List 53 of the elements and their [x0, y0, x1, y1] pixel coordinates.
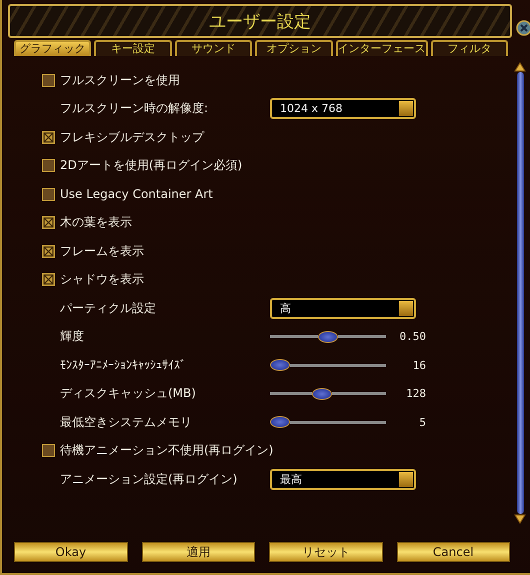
tab[interactable]: サウンド: [174, 40, 252, 56]
button[interactable]: Cancel: [396, 542, 510, 562]
checkbox-label: 2Dアートを使用(再ログイン必須): [60, 157, 242, 174]
close-icon[interactable]: [516, 20, 530, 36]
button[interactable]: リセット: [269, 542, 382, 562]
button[interactable]: Okay: [14, 542, 128, 562]
tab[interactable]: フィルタ: [430, 40, 508, 56]
checkbox[interactable]: [42, 159, 55, 172]
checkbox[interactable]: [42, 216, 55, 230]
checkbox-label: 木の葉を表示: [60, 214, 132, 232]
scroll-down-icon[interactable]: [514, 514, 526, 524]
setting-label: アニメーション設定(再ログイン): [60, 470, 238, 488]
checkbox-label: シャドウを表示: [60, 271, 144, 288]
button[interactable]: 適用: [142, 542, 255, 562]
checkbox[interactable]: [42, 244, 55, 258]
setting-label: ディスクキャッシュ(MB): [60, 385, 197, 402]
slider[interactable]: [270, 330, 386, 343]
setting-label: パーティクル設定: [60, 300, 157, 317]
slider[interactable]: [270, 359, 386, 372]
scroll-up-icon[interactable]: [514, 62, 526, 72]
slider-thumb[interactable]: [270, 359, 290, 372]
slider[interactable]: [270, 388, 386, 400]
tab[interactable]: オプション: [255, 40, 333, 56]
setting-label: 最低空きシステムメモリ: [60, 414, 193, 431]
tab[interactable]: グラフィック: [14, 40, 92, 56]
checkbox-label: フレームを表示: [60, 242, 144, 260]
slider-value: 16: [412, 358, 426, 372]
checkbox[interactable]: [42, 188, 55, 201]
dropdown[interactable]: 1024 x 768: [270, 98, 416, 120]
slider-value: 128: [405, 387, 426, 400]
slider-value: 0.50: [398, 330, 426, 344]
checkbox-label: Use Legacy Container Art: [60, 187, 213, 202]
checkbox[interactable]: [42, 444, 55, 458]
slider[interactable]: [270, 416, 386, 428]
checkbox-label: フレキシブルデスクトップ: [60, 128, 204, 146]
checkbox-label: フルスクリーンを使用: [60, 72, 180, 89]
slider-thumb[interactable]: [312, 388, 332, 400]
setting-label: フルスクリーン時の解像度:: [60, 100, 210, 118]
slider-thumb[interactable]: [270, 416, 290, 428]
tab[interactable]: キー設定: [94, 40, 172, 56]
slider-thumb[interactable]: [318, 330, 338, 343]
dropdown[interactable]: 高: [270, 298, 416, 319]
setting-label: 輝度: [60, 328, 85, 346]
setting-label: ﾓﾝｽﾀｰｱﾆﾒｰｼｮﾝｷｬｯｼｭｻｲｽﾞ: [60, 358, 187, 372]
tab[interactable]: インターフェース: [336, 40, 428, 56]
checkbox[interactable]: [42, 74, 55, 87]
checkbox-label: 待機アニメーション不使用(再ログイン): [60, 442, 274, 460]
slider-value: 5: [418, 416, 426, 429]
checkbox[interactable]: [42, 130, 55, 144]
dropdown[interactable]: 最高: [270, 468, 416, 490]
scrollbar[interactable]: [514, 62, 526, 524]
checkbox[interactable]: [42, 273, 55, 286]
window-title: ユーザー設定: [209, 10, 311, 32]
